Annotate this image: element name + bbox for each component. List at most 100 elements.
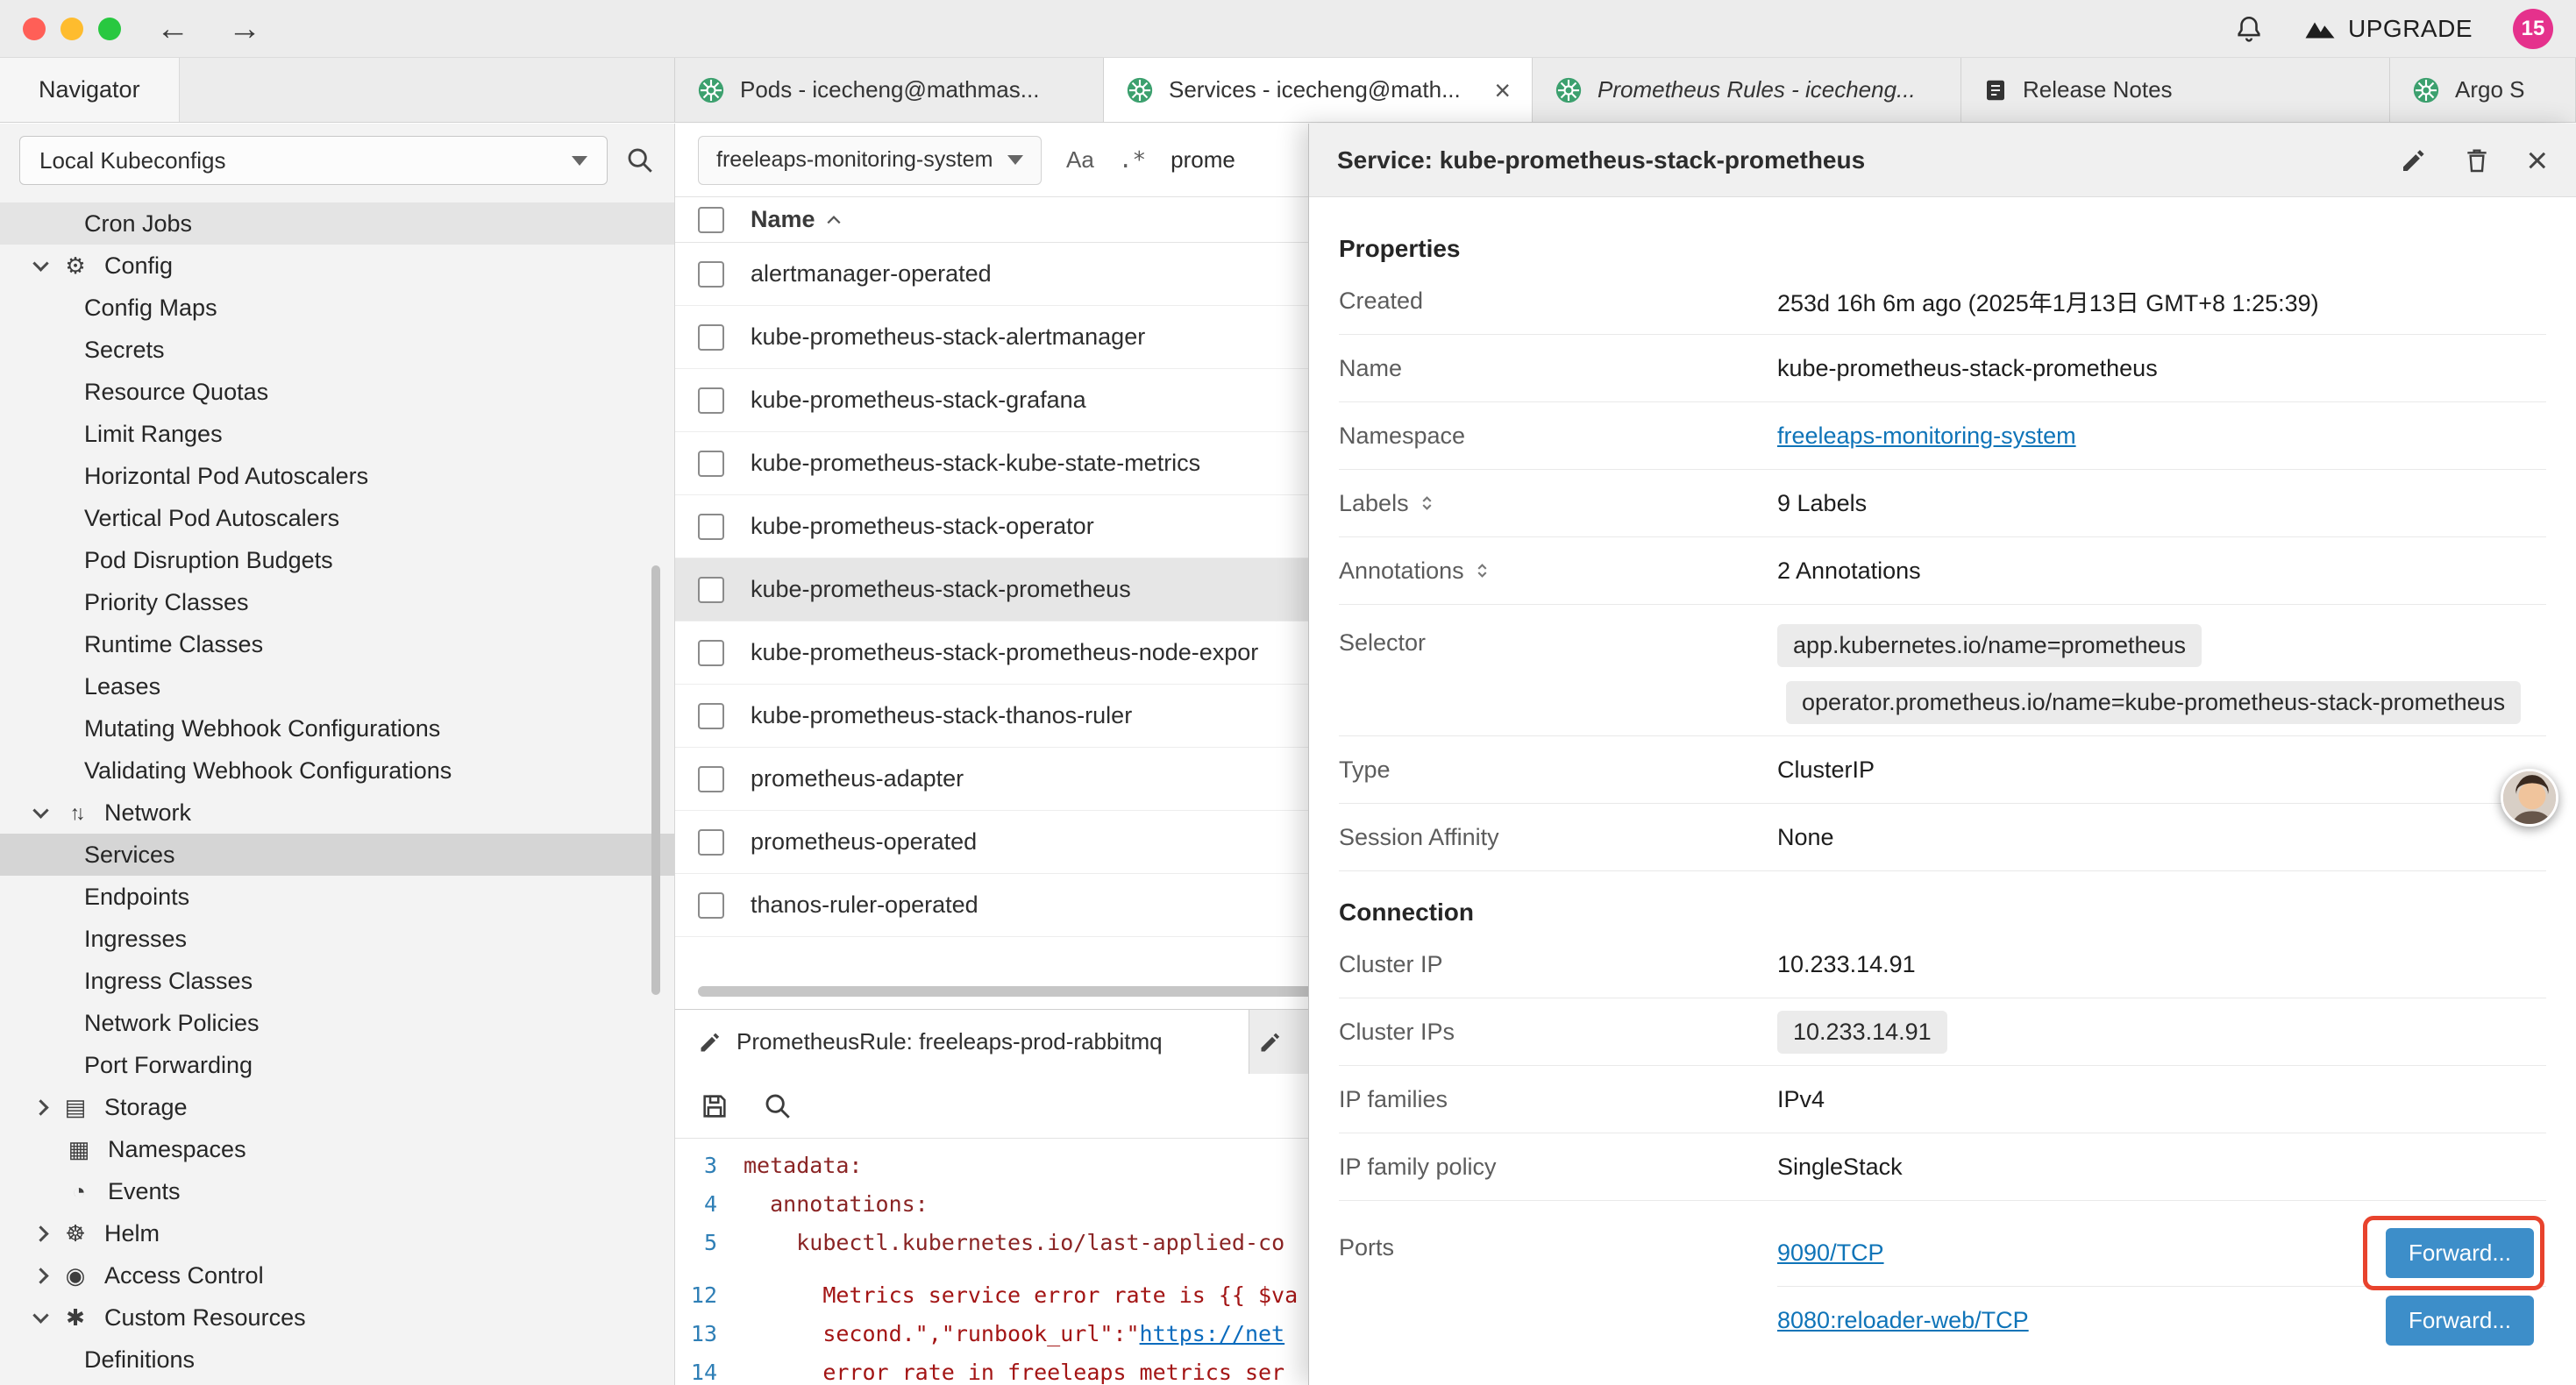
yaml-key: metadata: <box>744 1153 862 1178</box>
yaml-url: https://net <box>1140 1321 1285 1346</box>
sidebar-item-runtime-classes[interactable]: Runtime Classes <box>0 623 674 665</box>
row-checkbox[interactable] <box>698 577 724 603</box>
tab-prometheus-rules[interactable]: Prometheus Rules - icecheng... <box>1533 58 1961 122</box>
sidebar-item-label: Config Maps <box>84 295 217 322</box>
upgrade-button[interactable]: UPGRADE <box>2304 15 2473 43</box>
row-checkbox[interactable] <box>698 640 724 666</box>
events-clock-icon: ◔ <box>63 1178 95 1205</box>
navigator-tab[interactable]: Navigator <box>0 58 180 122</box>
port-link-9090[interactable]: 9090/TCP <box>1777 1239 1884 1267</box>
close-tab-icon[interactable]: × <box>1494 76 1511 104</box>
sidebar-item-mutating-webhook-configurations[interactable]: Mutating Webhook Configurations <box>0 707 674 749</box>
sidebar-item-resource-quotas[interactable]: Resource Quotas <box>0 371 674 413</box>
notification-badge[interactable]: 15 <box>2513 9 2553 49</box>
row-checkbox[interactable] <box>698 387 724 414</box>
namespace-filter-select[interactable]: freeleaps-monitoring-system <box>698 136 1042 185</box>
sidebar-item-storage[interactable]: ▤Storage <box>0 1086 674 1128</box>
row-checkbox[interactable] <box>698 703 724 729</box>
sidebar-search-icon[interactable] <box>625 146 655 175</box>
edit-pencil-icon[interactable] <box>2400 146 2428 174</box>
sidebar-item-helm[interactable]: ☸Helm <box>0 1212 674 1254</box>
bell-icon[interactable] <box>2234 14 2264 44</box>
sidebar-item-events[interactable]: ◔ Events <box>0 1170 674 1212</box>
tab-bar: Pods - icecheng@mathmas... Services - ic… <box>675 58 2576 122</box>
traffic-lights <box>23 18 121 40</box>
row-checkbox[interactable] <box>698 766 724 792</box>
sidebar-item-endpoints[interactable]: Endpoints <box>0 876 674 918</box>
sidebar-item-namespaces[interactable]: ▦Namespaces <box>0 1128 674 1170</box>
row-checkbox[interactable] <box>698 451 724 477</box>
row-checkbox[interactable] <box>698 892 724 919</box>
sidebar-item-config[interactable]: ⚙Config <box>0 245 674 287</box>
sidebar-item-label: Events <box>108 1178 181 1205</box>
tab-argo[interactable]: Argo S <box>2390 58 2576 122</box>
sidebar-item-network[interactable]: ↑↓Network <box>0 792 674 834</box>
trash-icon[interactable] <box>2463 146 2491 174</box>
sidebar-item-ingress-classes[interactable]: Ingress Classes <box>0 960 674 1002</box>
tab-release-notes[interactable]: Release Notes <box>1961 58 2390 122</box>
ip-family-policy-value: SingleStack <box>1777 1154 1903 1181</box>
sidebar-item-label: Runtime Classes <box>84 631 263 658</box>
kubeconfig-select[interactable]: Local Kubeconfigs <box>19 136 608 185</box>
yaml-string: Metrics service error rate is {{ $va <box>822 1282 1298 1308</box>
tab-services[interactable]: Services - icecheng@math... × <box>1104 58 1533 122</box>
row-checkbox[interactable] <box>698 514 724 540</box>
sidebar-item-priority-classes[interactable]: Priority Classes <box>0 581 674 623</box>
sidebar-scrollbar[interactable] <box>651 565 660 995</box>
user-avatar[interactable] <box>2501 769 2558 827</box>
close-drawer-icon[interactable]: × <box>2526 142 2548 179</box>
sidebar-item-cron-jobs[interactable]: Cron Jobs <box>0 202 674 245</box>
save-icon[interactable] <box>700 1091 729 1121</box>
namespaces-icon: ▦ <box>63 1136 95 1163</box>
editor-search-icon[interactable] <box>763 1091 793 1121</box>
sidebar-item-custom-resources[interactable]: ✱Custom Resources <box>0 1296 674 1339</box>
row-checkbox[interactable] <box>698 829 724 856</box>
detail-row-annotations: Annotations 2 Annotations <box>1339 537 2546 605</box>
search-input[interactable]: prome <box>1171 146 1235 174</box>
detail-label: Selector <box>1339 629 1777 657</box>
sidebar-item-validating-webhook-configurations[interactable]: Validating Webhook Configurations <box>0 749 674 792</box>
sidebar-item-access-control[interactable]: ◉Access Control <box>0 1254 674 1296</box>
sidebar-item-leases[interactable]: Leases <box>0 665 674 707</box>
access-control-icon: ◉ <box>60 1262 91 1289</box>
regex-toggle[interactable]: .* <box>1119 147 1146 174</box>
namespace-link[interactable]: freeleaps-monitoring-system <box>1777 423 2076 450</box>
row-checkbox[interactable] <box>698 324 724 351</box>
select-all-checkbox[interactable] <box>698 207 724 233</box>
forward-button-8080[interactable]: Forward... <box>2386 1296 2534 1346</box>
expand-collapse-icon[interactable] <box>1475 561 1490 580</box>
window-chrome: ← → UPGRADE 15 <box>0 0 2576 58</box>
kubernetes-icon <box>1125 75 1155 105</box>
sidebar-item-pod-disruption-budgets[interactable]: Pod Disruption Budgets <box>0 539 674 581</box>
name-column-header[interactable]: Name <box>751 206 842 233</box>
sidebar-item-network-policies[interactable]: Network Policies <box>0 1002 674 1044</box>
sidebar-item-ingresses[interactable]: Ingresses <box>0 918 674 960</box>
minimize-window-button[interactable] <box>60 18 83 40</box>
detail-row-cluster-ips: Cluster IPs 10.233.14.91 <box>1339 998 2546 1066</box>
forward-arrow-icon[interactable]: → <box>228 12 261 46</box>
sidebar-item-secrets[interactable]: Secrets <box>0 329 674 371</box>
forward-button-9090[interactable]: Forward... <box>2386 1228 2534 1278</box>
chevron-right-icon <box>32 1268 48 1283</box>
sidebar-item-services[interactable]: Services <box>0 834 674 876</box>
editor-tab-prometheusrule[interactable]: PrometheusRule: freeleaps-prod-rabbitmq <box>675 1010 1249 1074</box>
maximize-window-button[interactable] <box>98 18 121 40</box>
sidebar-item-definitions[interactable]: Definitions <box>0 1339 674 1381</box>
expand-collapse-icon[interactable] <box>1420 494 1434 513</box>
service-name: kube-prometheus-stack-thanos-ruler <box>751 702 1132 729</box>
tab-pods[interactable]: Pods - icecheng@mathmas... <box>675 58 1104 122</box>
chevron-down-icon <box>572 156 587 166</box>
service-name: prometheus-operated <box>751 828 977 856</box>
sidebar-item-config-maps[interactable]: Config Maps <box>0 287 674 329</box>
sidebar-item-limit-ranges[interactable]: Limit Ranges <box>0 413 674 455</box>
sidebar-item-horizontal-pod-autoscalers[interactable]: Horizontal Pod Autoscalers <box>0 455 674 497</box>
sidebar-item-vertical-pod-autoscalers[interactable]: Vertical Pod Autoscalers <box>0 497 674 539</box>
close-window-button[interactable] <box>23 18 46 40</box>
port-link-8080-reloader-web[interactable]: 8080:reloader-web/TCP <box>1777 1307 2029 1334</box>
back-arrow-icon[interactable]: ← <box>156 12 189 46</box>
editor-tab-partial[interactable] <box>1249 1010 1292 1074</box>
row-checkbox[interactable] <box>698 261 724 288</box>
match-case-toggle[interactable]: Aa <box>1066 146 1094 174</box>
section-properties: Properties <box>1339 231 2546 267</box>
sidebar-item-port-forwarding[interactable]: Port Forwarding <box>0 1044 674 1086</box>
